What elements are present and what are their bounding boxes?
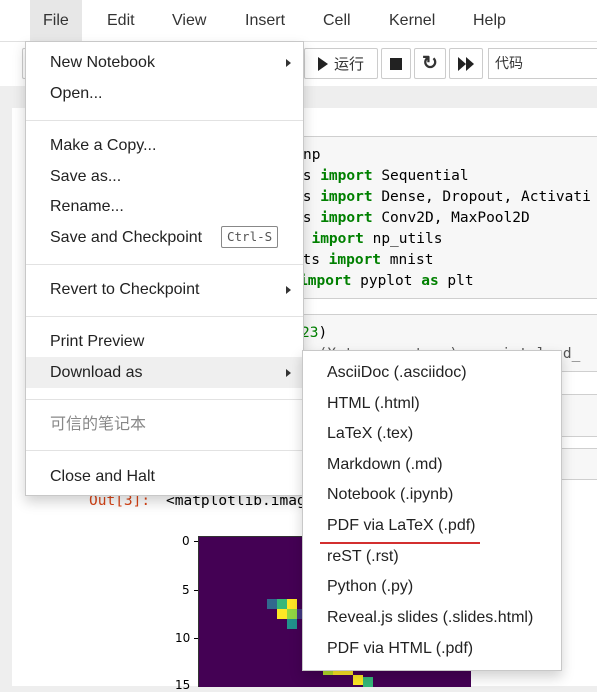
menu-divider <box>26 450 303 451</box>
restart-icon: ↻ <box>422 53 438 74</box>
play-icon <box>317 56 328 71</box>
restart-button[interactable]: ↻ <box>414 48 446 79</box>
menu-divider <box>26 264 303 265</box>
fast-forward-icon-2 <box>466 56 474 71</box>
menu-divider <box>26 120 303 121</box>
pixel <box>267 599 277 609</box>
pixel <box>287 619 297 629</box>
y-tick-label: 10 <box>175 631 191 645</box>
pixel <box>287 609 297 619</box>
download-html[interactable]: HTML (.html) <box>303 388 561 419</box>
shortcut-badge: Ctrl-S <box>221 226 279 248</box>
run-button[interactable]: 运行 <box>304 48 378 79</box>
menu-edit[interactable]: Edit <box>94 0 148 41</box>
restart-run-all-button[interactable] <box>449 48 483 79</box>
menu-item-new-notebook[interactable]: New Notebook <box>26 47 303 78</box>
download-pdf-latex[interactable]: PDF via LaTeX (.pdf) <box>303 510 561 541</box>
menu-item-rename[interactable]: Rename... <box>26 191 303 222</box>
menu-item-download-as[interactable]: Download as <box>26 357 303 388</box>
file-menu: New Notebook Open... Make a Copy... Save… <box>25 41 304 496</box>
code-cell-imports[interactable]: np ls import Sequential rs import Dense,… <box>268 136 597 299</box>
fast-forward-icon <box>458 56 466 71</box>
download-pdf-html[interactable]: PDF via HTML (.pdf) <box>303 633 561 664</box>
download-python[interactable]: Python (.py) <box>303 571 561 602</box>
download-asciidoc[interactable]: AsciiDoc (.asciidoc) <box>303 357 561 388</box>
menu-kernel[interactable]: Kernel <box>376 0 448 41</box>
menu-view[interactable]: View <box>159 0 219 41</box>
chevron-right-icon <box>286 59 291 67</box>
download-reveal-slides[interactable]: Reveal.js slides (.slides.html) <box>303 602 561 633</box>
annotation-underline <box>320 542 480 544</box>
code-line: ls import Sequential <box>294 168 469 184</box>
download-rest[interactable]: reST (.rst) <box>303 541 561 572</box>
y-tick-label: 0 <box>182 534 190 548</box>
pixel <box>353 675 363 685</box>
pixel <box>277 609 287 619</box>
menu-help[interactable]: Help <box>460 0 519 41</box>
code-line: 23) <box>301 325 328 341</box>
y-tick-label: 5 <box>182 583 190 597</box>
download-notebook[interactable]: Notebook (.ipynb) <box>303 479 561 510</box>
stop-icon <box>390 57 402 70</box>
pixel <box>277 599 287 609</box>
menu-file[interactable]: File <box>30 0 82 41</box>
menu-item-revert-checkpoint[interactable]: Revert to Checkpoint <box>26 274 303 305</box>
menu-cell[interactable]: Cell <box>310 0 364 41</box>
menu-divider <box>26 399 303 400</box>
code-line: s import np_utils <box>294 231 443 247</box>
download-markdown[interactable]: Markdown (.md) <box>303 449 561 480</box>
download-latex[interactable]: LaTeX (.tex) <box>303 418 561 449</box>
code-line: sets import mnist <box>285 252 434 268</box>
menu-item-print-preview[interactable]: Print Preview <box>26 326 303 357</box>
code-line: rs import Conv2D, MaxPool2D <box>294 210 530 226</box>
code-line: rs import Dense, Dropout, Activati <box>294 189 591 205</box>
y-tick-label: 15 <box>175 678 191 692</box>
stop-button[interactable] <box>381 48 411 79</box>
chevron-right-icon <box>286 286 291 294</box>
menu-item-make-copy[interactable]: Make a Copy... <box>26 130 303 161</box>
pixel <box>287 599 297 609</box>
run-label: 运行 <box>333 56 364 73</box>
code-line: np <box>303 147 321 163</box>
menubar: File Edit View Insert Cell Kernel Help <box>0 0 597 42</box>
menu-divider <box>26 316 303 317</box>
menu-insert[interactable]: Insert <box>232 0 298 41</box>
menu-item-save-as[interactable]: Save as... <box>26 161 303 192</box>
menu-item-close-halt[interactable]: Close and Halt <box>26 461 303 492</box>
menu-item-trusted-notebook[interactable]: 可信的笔记本 <box>26 409 303 440</box>
cell-type-select[interactable]: 代码 <box>488 48 597 79</box>
code-line: import pyplot as plt <box>299 273 474 289</box>
menu-item-open[interactable]: Open... <box>26 78 303 109</box>
download-as-submenu: AsciiDoc (.asciidoc) HTML (.html) LaTeX … <box>302 350 562 671</box>
menu-item-save-checkpoint[interactable]: Save and Checkpoint Ctrl-S <box>26 222 303 253</box>
chevron-right-icon <box>286 369 291 377</box>
